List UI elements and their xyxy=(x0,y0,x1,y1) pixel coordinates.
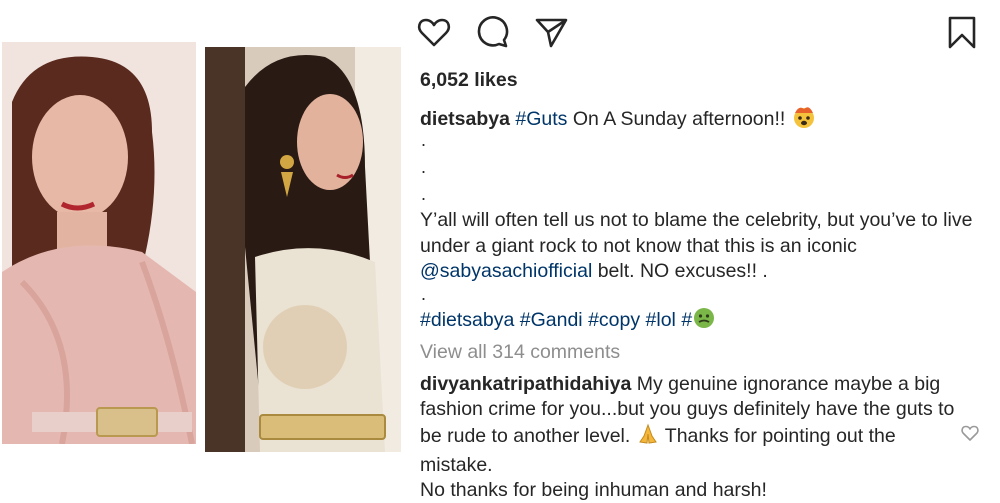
likes-count[interactable]: 6,052 likes xyxy=(420,68,980,92)
caption-body-text-end: belt. NO excuses!! . xyxy=(592,260,768,282)
hashtag-link[interactable]: # xyxy=(681,309,692,331)
hashtag-link[interactable]: #dietsabya xyxy=(420,309,514,331)
caption-username[interactable]: dietsabya xyxy=(420,108,510,130)
caption-dot: . xyxy=(421,184,427,204)
paper-plane-icon xyxy=(535,18,568,48)
caption-hashtag[interactable]: #Guts xyxy=(515,108,567,130)
caption-mention[interactable]: @sabyasachiofficial xyxy=(420,260,592,282)
caption-body-text: Y’all will often tell us not to blame th… xyxy=(420,209,973,257)
caption-hashtags: #dietsabya #Gandi #copy #lol # xyxy=(420,306,980,336)
heart-icon xyxy=(417,18,451,47)
comment: divyankatripathidahiya My genuine ignora… xyxy=(420,372,960,503)
save-button[interactable] xyxy=(944,14,980,50)
hashtag-link[interactable]: #copy xyxy=(588,309,640,331)
caption-dot: . xyxy=(421,157,427,177)
photo-right-image xyxy=(205,47,401,452)
view-all-comments-link[interactable]: View all 314 comments xyxy=(420,340,980,364)
photo-left xyxy=(2,42,196,444)
caption-dot: . xyxy=(421,130,427,150)
caption-first-line: dietsabya #Guts On A Sunday afternoon!! xyxy=(420,103,980,135)
share-button[interactable] xyxy=(533,14,569,50)
hashtag-link[interactable]: #lol xyxy=(646,309,676,331)
folded-hands-emoji xyxy=(636,422,660,453)
like-button[interactable] xyxy=(416,14,452,50)
photo-right xyxy=(205,47,401,452)
caption-text: On A Sunday afternoon!! xyxy=(567,108,791,130)
comment-username[interactable]: divyankatripathidahiya xyxy=(420,373,631,395)
hashtag-link[interactable]: #Gandi xyxy=(520,309,583,331)
bookmark-icon xyxy=(948,16,976,49)
comment-like-button[interactable] xyxy=(960,423,980,443)
exploding-head-emoji xyxy=(791,103,817,135)
small-heart-icon xyxy=(961,425,979,441)
caption-dot: . xyxy=(421,284,427,304)
photo-left-image xyxy=(2,42,196,444)
comment-button[interactable] xyxy=(474,14,510,50)
caption-body: Y’all will often tell us not to blame th… xyxy=(420,208,980,285)
speech-bubble-icon xyxy=(477,16,509,48)
nauseated-face-emoji xyxy=(692,306,716,336)
comment-text-last: No thanks for being inhuman and harsh! xyxy=(420,479,767,501)
